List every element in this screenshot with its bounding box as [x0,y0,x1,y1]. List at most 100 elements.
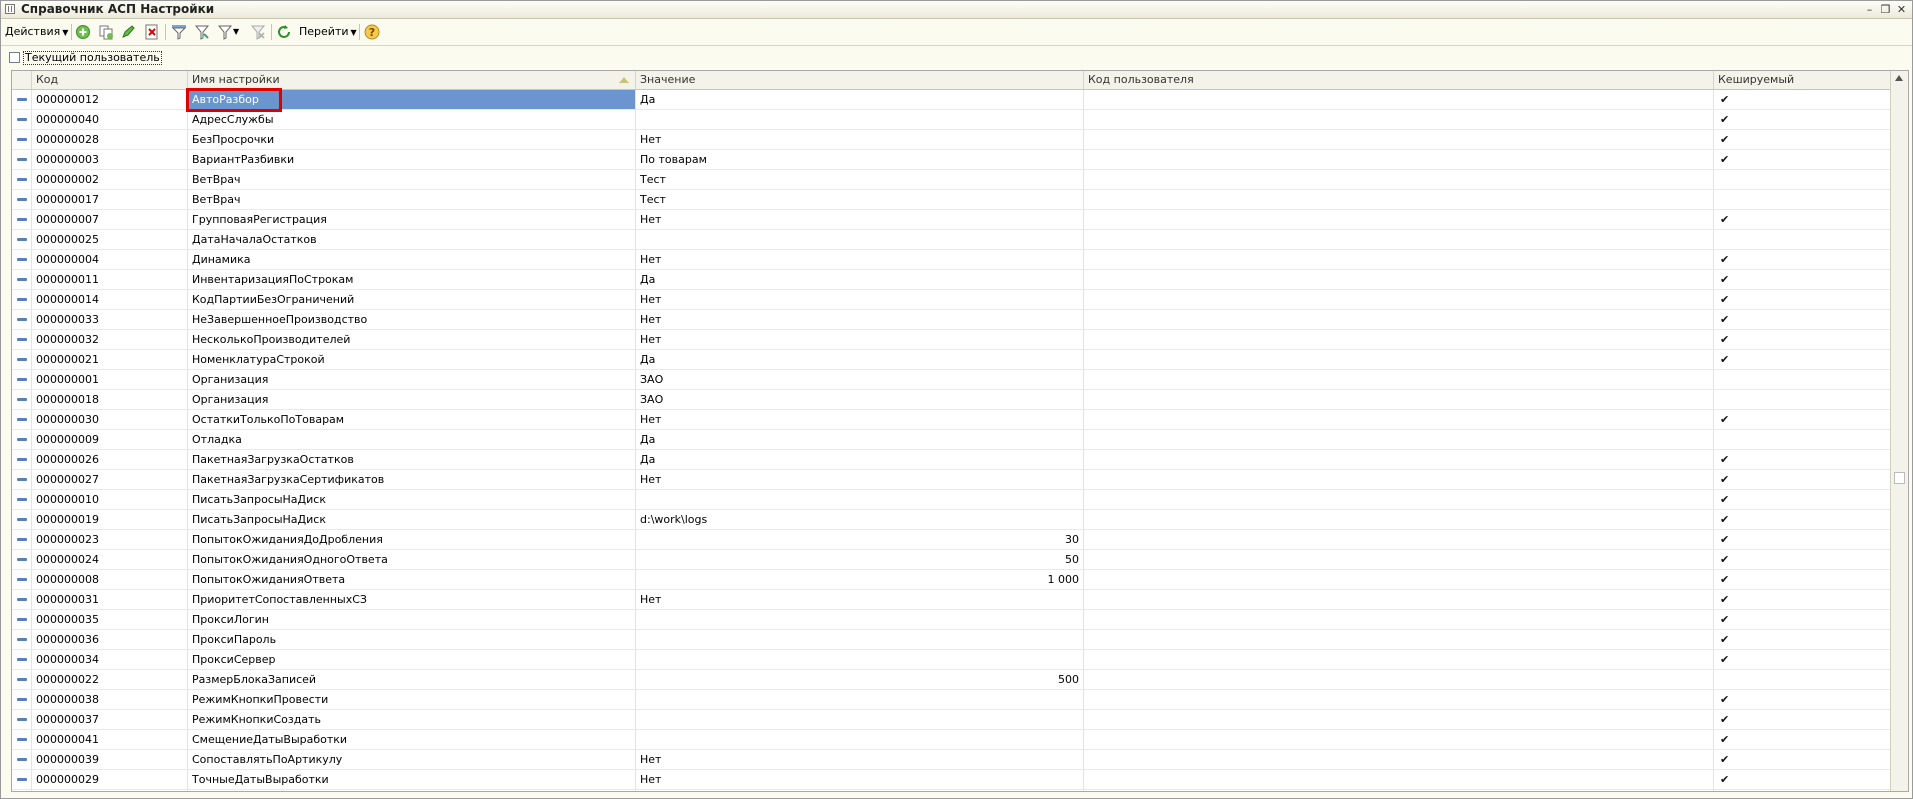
cell-value[interactable]: 500 [636,670,1084,689]
filter-dropdown-arrow-icon[interactable]: ▼ [233,22,239,42]
cell-value[interactable]: Нет [636,770,1084,789]
cell-user-code[interactable] [1084,450,1714,469]
cell-user-code[interactable] [1084,390,1714,409]
cell-code[interactable]: 000000025 [32,230,188,249]
help-icon[interactable]: ? [364,24,380,40]
cell-cached[interactable]: ✔ [1714,330,1892,349]
cell-user-code[interactable] [1084,730,1714,749]
table-row[interactable]: 000000041 СмещениеДатыВыработки ✔ [12,730,1892,750]
cell-cached[interactable]: ✔ [1714,350,1892,369]
cell-code[interactable]: 000000009 [32,430,188,449]
table-row[interactable]: 000000004 Динамика Нет ✔ [12,250,1892,270]
cell-name[interactable]: ПриоритетСопоставленныхСЗ [188,590,636,609]
filter-dropdown-icon[interactable] [217,24,233,40]
table-row[interactable]: 000000012 АвтоРазбор Да ✔ [12,90,1892,110]
cell-user-code[interactable] [1084,90,1714,109]
cell-cached[interactable]: ✔ [1714,250,1892,269]
cell-cached[interactable]: ✔ [1714,530,1892,549]
cell-cached[interactable]: ✔ [1714,150,1892,169]
cell-name[interactable]: НеЗавершенноеПроизводство [188,310,636,329]
cell-value[interactable]: 1 000 [636,570,1084,589]
cell-code[interactable]: 000000018 [32,390,188,409]
cell-name[interactable]: РазмерБлокаЗаписей [188,670,636,689]
cell-value[interactable]: Да [636,90,1084,109]
cell-name[interactable]: ВетВрач [188,190,636,209]
table-row[interactable]: 000000021 НоменклатураСтрокой Да ✔ [12,350,1892,370]
cell-cached[interactable]: ✔ [1714,450,1892,469]
header-cached[interactable]: Кешируемый [1714,71,1892,89]
cell-name[interactable]: ПроксиСервер [188,650,636,669]
cell-name[interactable]: Отладка [188,430,636,449]
cell-name[interactable]: ПисатьЗапросыНаДиск [188,490,636,509]
table-row[interactable]: 000000024 ПопытокОжиданияОдногоОтвета 50 ✔ [12,550,1892,570]
edit-icon[interactable] [120,24,136,40]
cell-user-code[interactable] [1084,150,1714,169]
cell-name[interactable]: ПисатьЗапросыНаДиск [188,510,636,529]
cell-user-code[interactable] [1084,750,1714,769]
table-row[interactable]: 000000039 СопоставлятьПоАртикулу Нет ✔ [12,750,1892,770]
cell-code[interactable]: 000000008 [32,570,188,589]
refresh-icon[interactable] [276,24,292,40]
filter-icon[interactable] [194,24,210,40]
cell-code[interactable]: 000000007 [32,210,188,229]
cell-cached[interactable]: ✔ [1714,490,1892,509]
cell-name[interactable]: ПроксиПароль [188,630,636,649]
cell-code[interactable]: 000000031 [32,590,188,609]
cell-cached[interactable]: ✔ [1714,130,1892,149]
cell-code[interactable]: 000000005 [32,790,188,791]
cell-name[interactable]: Организация [188,370,636,389]
table-row[interactable]: 000000038 РежимКнопкиПровести ✔ [12,690,1892,710]
cell-cached[interactable]: ✔ [1714,730,1892,749]
cell-user-code[interactable] [1084,510,1714,529]
cell-name[interactable]: КодПартииБезОграничений [188,290,636,309]
cell-code[interactable]: 000000026 [32,450,188,469]
table-row[interactable]: 000000005УровеньУпаковкиТранспортный ✔ [12,790,1892,791]
cell-cached[interactable] [1714,370,1892,389]
cell-code[interactable]: 000000023 [32,530,188,549]
cell-value[interactable] [636,110,1084,129]
cell-value[interactable] [636,650,1084,669]
table-row[interactable]: 000000034 ПроксиСервер ✔ [12,650,1892,670]
cell-value[interactable]: 50 [636,550,1084,569]
cell-code[interactable]: 000000036 [32,630,188,649]
clear-filter-icon[interactable] [250,24,266,40]
table-row[interactable]: 000000018 Организация ЗАО [12,390,1892,410]
cell-value[interactable] [636,490,1084,509]
cell-name[interactable]: ВетВрач [188,170,636,189]
cell-user-code[interactable] [1084,270,1714,289]
table-row[interactable]: 000000022 РазмерБлокаЗаписей 500 [12,670,1892,690]
cell-value[interactable]: Нет [636,290,1084,309]
current-user-label[interactable]: Текущий пользователь [23,51,162,65]
cell-cached[interactable]: ✔ [1714,110,1892,129]
cell-cached[interactable]: ✔ [1714,570,1892,589]
table-row[interactable]: 000000010 ПисатьЗапросыНаДиск ✔ [12,490,1892,510]
cell-name[interactable]: ОстаткиТолькоПоТоварам [188,410,636,429]
cell-cached[interactable] [1714,390,1892,409]
cell-code[interactable]: 000000003 [32,150,188,169]
table-row[interactable]: 000000019 ПисатьЗапросыНаДиск d:\work\logs… [12,510,1892,530]
cell-cached[interactable]: ✔ [1714,550,1892,569]
cell-user-code[interactable] [1084,530,1714,549]
cell-code[interactable]: 000000027 [32,470,188,489]
cell-cached[interactable]: ✔ [1714,470,1892,489]
cell-code[interactable]: 000000022 [32,670,188,689]
cell-user-code[interactable] [1084,290,1714,309]
cell-user-code[interactable] [1084,210,1714,229]
cell-name[interactable]: ТочныеДатыВыработки [188,770,636,789]
scroll-thumb[interactable] [1894,472,1905,484]
cell-value[interactable]: ЗАО [636,370,1084,389]
cell-code[interactable]: 000000004 [32,250,188,269]
cell-name[interactable]: ПакетнаяЗагрузкаОстатков [188,450,636,469]
cell-cached[interactable]: ✔ [1714,590,1892,609]
cell-cached[interactable]: ✔ [1714,690,1892,709]
cell-code[interactable]: 000000014 [32,290,188,309]
goto-menu-button[interactable]: Перейти ▼ [299,22,357,42]
cell-cached[interactable]: ✔ [1714,770,1892,789]
cell-code[interactable]: 000000030 [32,410,188,429]
cell-code[interactable]: 000000024 [32,550,188,569]
cell-user-code[interactable] [1084,470,1714,489]
cell-name[interactable]: НоменклатураСтрокой [188,350,636,369]
cell-value[interactable]: Нет [636,410,1084,429]
cell-user-code[interactable] [1084,650,1714,669]
cell-user-code[interactable] [1084,690,1714,709]
